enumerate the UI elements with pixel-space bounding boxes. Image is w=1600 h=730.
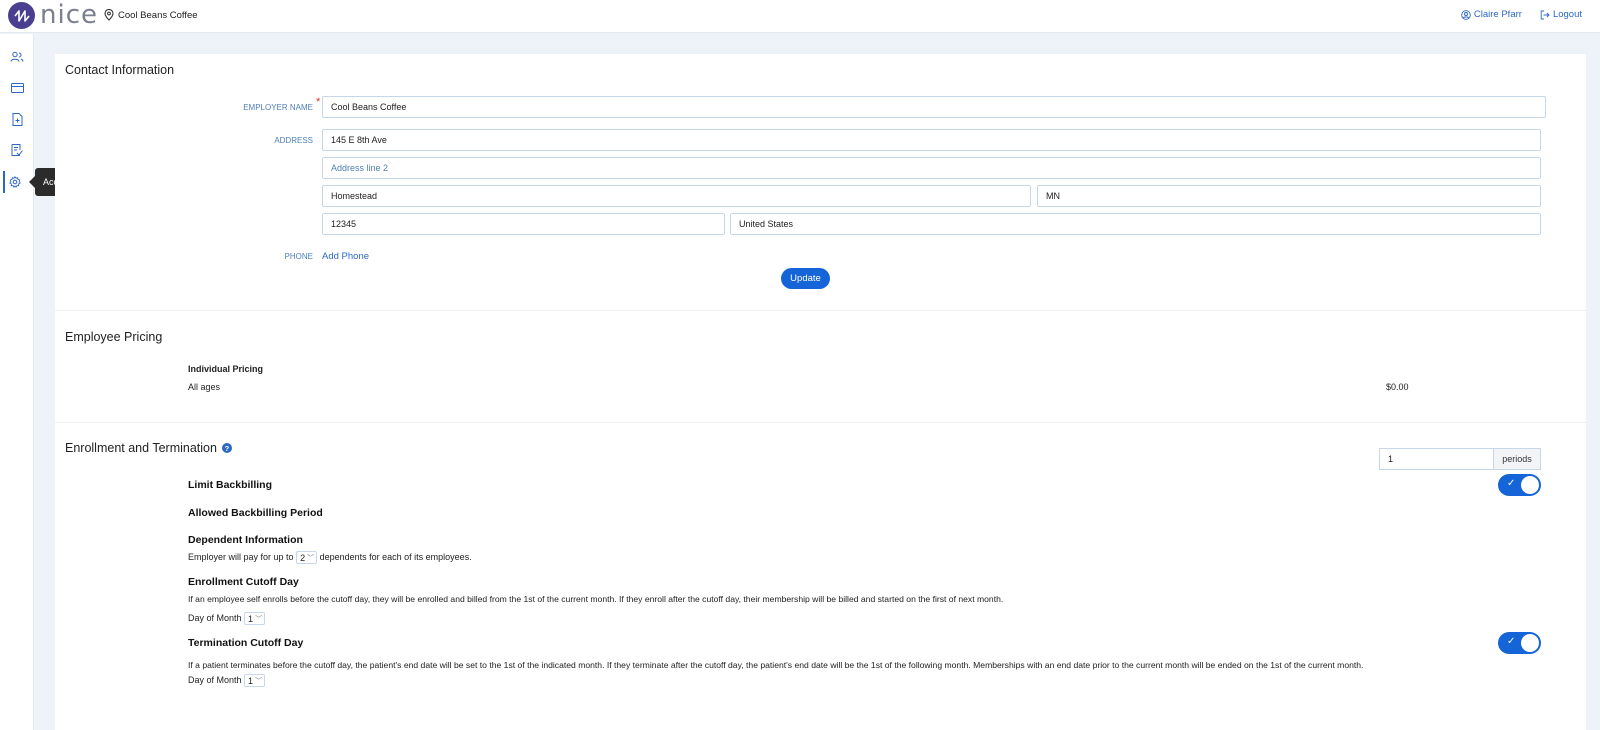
- chevron-down-icon: ﹀: [255, 615, 263, 623]
- termination-cutoff-heading: Termination Cutoff Day: [188, 637, 304, 649]
- dependent-sentence: Employer will pay for up to 2 ﹀ dependent…: [188, 551, 472, 564]
- user-name: Claire Pfarr: [1473, 9, 1522, 20]
- user-menu: Claire Pfarr Logout: [1461, 9, 1582, 20]
- city-input[interactable]: Homestead: [322, 185, 1031, 207]
- address-line1-input[interactable]: 145 E 8th Ave: [322, 129, 1541, 151]
- help-icon[interactable]: ?: [221, 443, 232, 453]
- day-of-month-label: Day of Month: [188, 612, 242, 623]
- backbilling-period-input[interactable]: 1: [1379, 448, 1494, 470]
- users-icon: [10, 51, 24, 62]
- enrollment-cutoff-heading: Enrollment Cutoff Day: [188, 576, 299, 588]
- gear-icon: [9, 176, 21, 188]
- termination-cutoff-description: If a patient terminates before the cutof…: [188, 660, 1364, 670]
- chevron-down-icon: ﹀: [255, 677, 263, 685]
- checklist-icon: [11, 144, 23, 156]
- periods-unit: periods: [1493, 448, 1541, 470]
- employer-name-input[interactable]: Cool Beans Coffee: [322, 96, 1546, 118]
- main-card: Contact Information EMPLOYER NAME * Cool…: [55, 54, 1586, 730]
- enrollment-title-text: Enrollment and Termination: [65, 441, 217, 455]
- pricing-section: Employee Pricing Individual Pricing All …: [55, 311, 1586, 423]
- enrollment-day-row: Day of Month 1 ﹀: [188, 612, 266, 625]
- top-bar: nice Cool Beans Coffee Claire Pfarr Logo…: [0, 0, 1600, 33]
- address-line2-input[interactable]: Address line 2: [322, 157, 1541, 179]
- employer-name-label: EMPLOYER NAME: [243, 103, 313, 112]
- update-button[interactable]: Update: [781, 268, 830, 289]
- logo-text[interactable]: nice: [40, 1, 98, 29]
- pricing-row-value: $0.00: [1386, 382, 1409, 392]
- country-input[interactable]: United States: [730, 213, 1541, 235]
- enrollment-day-value: 1: [248, 613, 254, 624]
- enrollment-day-select[interactable]: 1 ﹀: [244, 612, 266, 625]
- user-link[interactable]: Claire Pfarr: [1461, 9, 1522, 20]
- pricing-title: Employee Pricing: [65, 330, 163, 344]
- sidebar-item-users[interactable]: [6, 46, 28, 68]
- sidebar-item-documents[interactable]: [6, 108, 28, 130]
- sidebar-item-billing[interactable]: [6, 77, 28, 99]
- sidebar-item-tasks[interactable]: [6, 139, 28, 161]
- required-marker: *: [316, 96, 321, 108]
- sidebar-item-account-pricing[interactable]: [3, 171, 25, 193]
- location-selector[interactable]: Cool Beans Coffee: [104, 9, 198, 21]
- sidebar: [0, 34, 34, 730]
- dependent-post-text: dependents for each of its employees.: [319, 551, 472, 562]
- location-pin-icon: [104, 9, 114, 21]
- zip-input[interactable]: 12345: [322, 213, 725, 235]
- logout-label: Logout: [1552, 9, 1582, 20]
- day-of-month-label: Day of Month: [188, 674, 242, 685]
- enrollment-title: Enrollment and Termination ?: [65, 441, 232, 455]
- dependent-pre-text: Employer will pay for up to: [188, 551, 294, 562]
- allowed-backbilling-label: Allowed Backbilling Period: [188, 507, 323, 519]
- logo-badge[interactable]: [8, 2, 35, 29]
- document-plus-icon: [12, 112, 22, 126]
- contact-title: Contact Information: [65, 63, 175, 77]
- check-icon: ✓: [1507, 636, 1516, 647]
- user-circle-icon: [1461, 9, 1471, 20]
- logout-link[interactable]: Logout: [1540, 9, 1582, 20]
- limit-backbilling-label: Limit Backbilling: [188, 479, 273, 491]
- chevron-down-icon: ﹀: [307, 554, 315, 562]
- pricing-row-label: All ages: [188, 382, 221, 392]
- termination-day-select[interactable]: 1 ﹀: [244, 674, 266, 687]
- add-phone-link[interactable]: Add Phone: [322, 251, 369, 262]
- location-name: Cool Beans Coffee: [118, 9, 198, 21]
- dependent-count-select[interactable]: 2 ﹀: [296, 551, 318, 564]
- logo-mark-icon: [13, 9, 30, 22]
- individual-pricing-heading: Individual Pricing: [188, 364, 264, 374]
- termination-cutoff-toggle[interactable]: ✓: [1498, 632, 1541, 654]
- toggle-knob: [1521, 476, 1539, 494]
- dependent-heading: Dependent Information: [188, 534, 303, 546]
- phone-label: PHONE: [284, 252, 313, 261]
- logout-icon: [1540, 10, 1550, 19]
- enrollment-cutoff-description: If an employee self enrolls before the c…: [188, 594, 1004, 604]
- dependent-count-value: 2: [300, 552, 306, 563]
- card-icon: [10, 83, 24, 93]
- termination-day-row: Day of Month 1 ﹀: [188, 674, 266, 687]
- state-input[interactable]: MN: [1037, 185, 1541, 207]
- limit-backbilling-toggle[interactable]: ✓: [1498, 474, 1541, 496]
- termination-day-value: 1: [248, 675, 254, 686]
- toggle-knob: [1521, 634, 1539, 652]
- address-label: ADDRESS: [274, 136, 313, 145]
- check-icon: ✓: [1507, 478, 1516, 489]
- contact-section: Contact Information EMPLOYER NAME * Cool…: [55, 54, 1586, 311]
